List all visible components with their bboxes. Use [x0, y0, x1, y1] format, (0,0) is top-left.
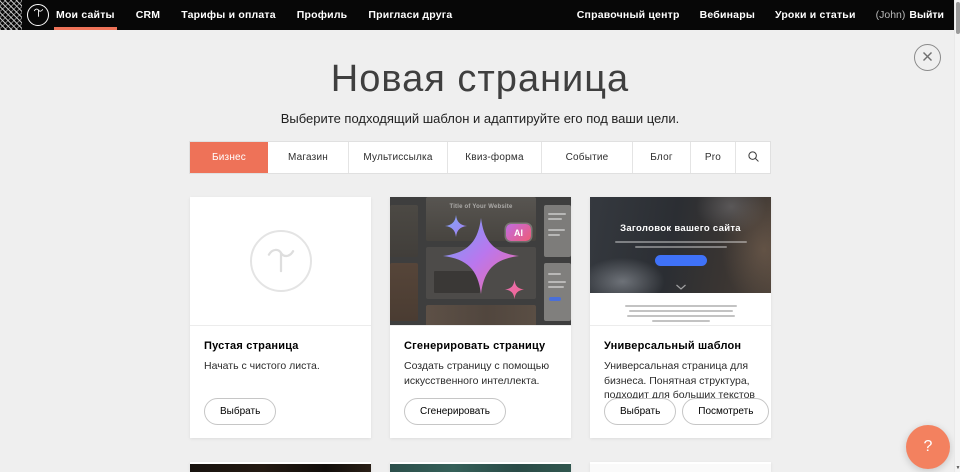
- scrollbar[interactable]: ▼: [954, 0, 960, 472]
- decorative-texture: [0, 0, 22, 30]
- nav-webinars[interactable]: Вебинары: [700, 0, 755, 30]
- collage-block: [390, 263, 418, 321]
- logout-link[interactable]: Выйти: [909, 9, 944, 21]
- collage-block: [426, 305, 536, 326]
- user-session: (John) Выйти: [876, 0, 944, 30]
- nav-plans-payment[interactable]: Тарифы и оплата: [181, 0, 276, 30]
- tab-pro[interactable]: Pro: [691, 142, 736, 173]
- scrollbar-down-arrow[interactable]: ▼: [955, 466, 960, 471]
- template-preview-image: [190, 464, 371, 472]
- template-card-blank-page: Пустая страница Начать с чистого листа. …: [190, 197, 371, 438]
- template-hero: Заголовок вашего сайта: [590, 197, 771, 293]
- generate-button[interactable]: Сгенерировать: [404, 398, 506, 425]
- tilda-watermark-icon: [262, 240, 300, 283]
- choose-blank-button[interactable]: Выбрать: [204, 398, 276, 425]
- nav-help-center[interactable]: Справочный центр: [577, 0, 680, 30]
- ai-badge: AI: [506, 224, 531, 241]
- main-menu: Мои сайты CRM Тарифы и оплата Профиль Пр…: [56, 0, 452, 30]
- card-body: Универсальный шаблон Универсальная стран…: [590, 326, 771, 437]
- page-subtitle: Выберите подходящий шаблон и адаптируйте…: [0, 111, 960, 126]
- card-title: Сгенерировать страницу: [404, 340, 557, 352]
- tab-store[interactable]: Магазин: [268, 142, 349, 173]
- blank-page-preview: [190, 197, 371, 326]
- template-hero-button: [655, 255, 707, 266]
- user-name: (John): [876, 9, 906, 21]
- nav-crm[interactable]: CRM: [136, 0, 161, 30]
- tab-event[interactable]: Событие: [542, 142, 633, 173]
- card-actions: Выбрать: [204, 398, 276, 425]
- template-category-tabs: Бизнес Магазин Мультиссылка Квиз-форма С…: [190, 142, 770, 173]
- scrollbar-thumb[interactable]: [956, 2, 960, 34]
- preview-template-button[interactable]: Посмотреть: [682, 398, 769, 425]
- template-card-partial[interactable]: [390, 462, 571, 472]
- collage-block: [544, 205, 571, 257]
- card-body: Пустая страница Начать с чистого листа. …: [190, 326, 371, 437]
- top-navigation-bar: Мои сайты CRM Тарифы и оплата Профиль Пр…: [0, 0, 960, 30]
- ai-preview-collage: Title of Your Website: [390, 197, 571, 326]
- help-button[interactable]: ?: [906, 425, 950, 469]
- card-description: Создать страницу с помощью искусственног…: [404, 359, 557, 388]
- sparkle-small-icon: [505, 280, 524, 299]
- universal-template-preview: Заголовок вашего сайта: [590, 197, 771, 326]
- nav-profile[interactable]: Профиль: [297, 0, 348, 30]
- nav-my-sites[interactable]: Мои сайты: [56, 0, 115, 30]
- tilda-logo-icon: [32, 6, 45, 24]
- template-preview-image: [590, 464, 771, 472]
- template-text-section: [590, 293, 771, 326]
- tab-business[interactable]: Бизнес: [190, 142, 268, 173]
- tilda-watermark-circle: [250, 230, 312, 292]
- card-title: Универсальный шаблон: [604, 340, 757, 352]
- card-description: Начать с чистого листа.: [204, 359, 357, 374]
- card-title: Пустая страница: [204, 340, 357, 352]
- template-card-partial[interactable]: [590, 462, 771, 472]
- search-icon: [747, 150, 760, 166]
- card-actions: Сгенерировать: [404, 398, 506, 425]
- template-hero-heading: Заголовок вашего сайта: [590, 223, 771, 234]
- card-actions: Выбрать Посмотреть: [604, 398, 769, 425]
- card-body: Сгенерировать страницу Создать страницу …: [390, 326, 571, 437]
- nav-lessons-articles[interactable]: Уроки и статьи: [775, 0, 856, 30]
- template-card-ai-generate: Title of Your Website: [390, 197, 571, 438]
- tab-quiz-form[interactable]: Квиз-форма: [448, 142, 542, 173]
- nav-invite-friend[interactable]: Пригласи друга: [368, 0, 452, 30]
- tab-search[interactable]: [736, 142, 770, 173]
- secondary-menu: Справочный центр Вебинары Уроки и статьи…: [577, 0, 944, 30]
- collage-block: [390, 205, 418, 257]
- question-mark-icon: ?: [924, 438, 933, 456]
- tilda-logo[interactable]: [27, 4, 49, 26]
- page-title: Новая страница: [0, 58, 960, 101]
- choose-template-button[interactable]: Выбрать: [604, 398, 676, 425]
- template-preview-image: [390, 464, 571, 472]
- new-page-modal: Мои сайты CRM Тарифы и оплата Профиль Пр…: [0, 0, 960, 472]
- tab-multilink[interactable]: Мультиссылка: [349, 142, 448, 173]
- collage-button: [549, 297, 561, 301]
- template-card-universal: Заголовок вашего сайта Универсальный шаб…: [590, 197, 771, 438]
- collage-block: [544, 263, 571, 321]
- collage-heading: Title of Your Website: [426, 204, 536, 210]
- tab-blog[interactable]: Блог: [633, 142, 691, 173]
- template-card-partial[interactable]: [190, 462, 371, 472]
